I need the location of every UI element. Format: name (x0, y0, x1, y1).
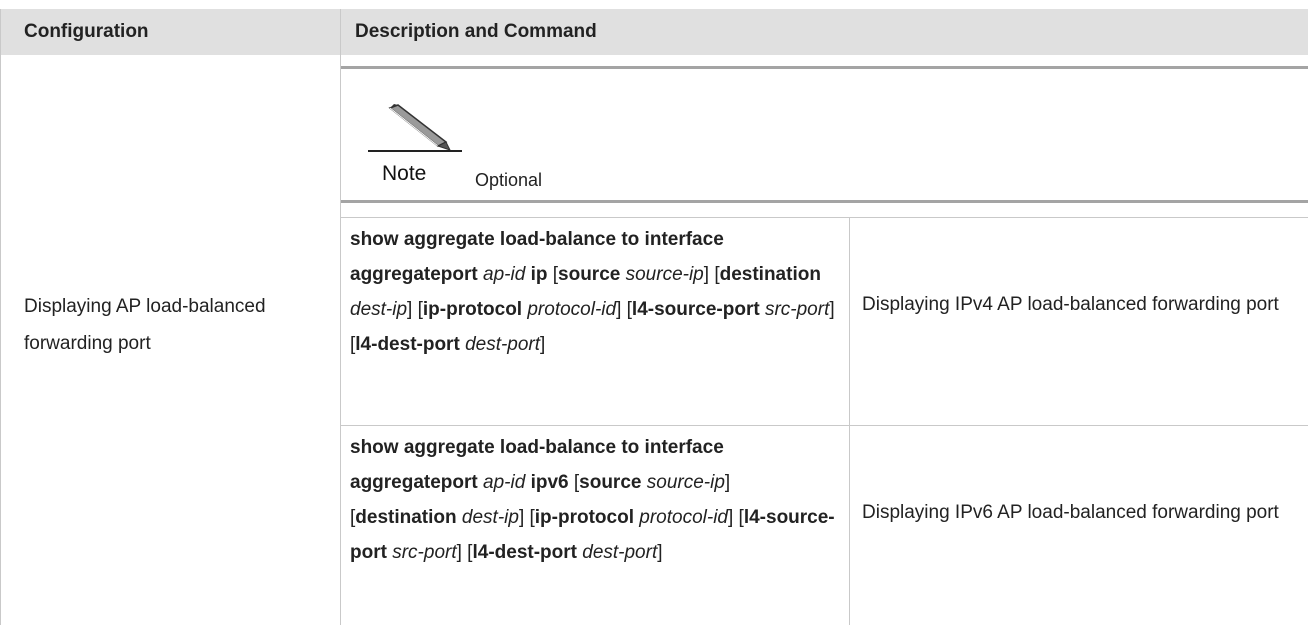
command-text: ] [ (616, 299, 632, 320)
command-argument: source-ip (646, 472, 725, 493)
configuration-cell: Displaying AP load-balanced forwarding p… (24, 296, 266, 354)
command-argument: dest-port (582, 542, 658, 563)
description-ipv4: Displaying IPv4 AP load-balanced forward… (862, 294, 1279, 315)
command-text: [ (547, 264, 559, 285)
command-argument: dest-ip (350, 299, 408, 320)
command-argument: dest-ip (461, 507, 519, 528)
command-text: ] (657, 542, 663, 563)
table-border-left (0, 9, 1, 625)
command-argument: dest-port (465, 334, 541, 355)
note-label: Note (382, 162, 427, 185)
note-rule-top (341, 66, 1308, 69)
command-text: [ (568, 472, 580, 493)
command-argument: ap-id (483, 472, 526, 493)
command-text: ] [ (518, 507, 535, 528)
command-argument: protocol-id (639, 507, 728, 528)
command-keyword: ip-protocol (534, 507, 634, 528)
command-keyword: l4-dest-port (472, 542, 577, 563)
note-rule-bottom (341, 200, 1308, 203)
command-text: ] [ (727, 507, 744, 528)
command-argument: protocol-id (527, 299, 617, 320)
document-page: Configuration Description and Command Di… (0, 0, 1308, 625)
command-argument: source-ip (625, 264, 704, 285)
command-keyword: ip-protocol (422, 299, 523, 320)
table-row-divider (341, 217, 1308, 218)
description-ipv6: Displaying IPv6 AP load-balanced forward… (862, 502, 1279, 523)
command-argument: src-port (764, 299, 830, 320)
command-text: ] [ (407, 299, 423, 320)
note-text: Optional (475, 170, 543, 190)
command-argument: ap-id (483, 264, 526, 285)
command-keyword: source (579, 472, 642, 493)
command-text: ] [ (703, 264, 720, 285)
table-row-divider (341, 425, 1308, 426)
command-keyword: source (558, 264, 621, 285)
command-ipv4: show aggregate load-balance to interface… (350, 222, 840, 362)
command-keyword: destination (719, 264, 821, 285)
command-ipv6: show aggregate load-balance to interface… (350, 430, 840, 570)
command-argument: src-port (392, 542, 457, 563)
header-configuration: Configuration (24, 21, 149, 42)
table-header-row (0, 9, 1308, 55)
pencil-icon (368, 104, 462, 152)
command-keyword: ipv6 (530, 472, 569, 493)
table-column-divider (340, 9, 341, 625)
command-text: ] (540, 334, 546, 355)
command-keyword: l4-source-port (631, 299, 760, 320)
command-keyword: destination (355, 507, 457, 528)
command-keyword: l4-dest-port (355, 334, 460, 355)
table-subcolumn-divider (849, 218, 850, 625)
command-keyword: ip (530, 264, 548, 285)
command-text: ] [ (456, 542, 473, 563)
header-description-command: Description and Command (355, 21, 597, 42)
